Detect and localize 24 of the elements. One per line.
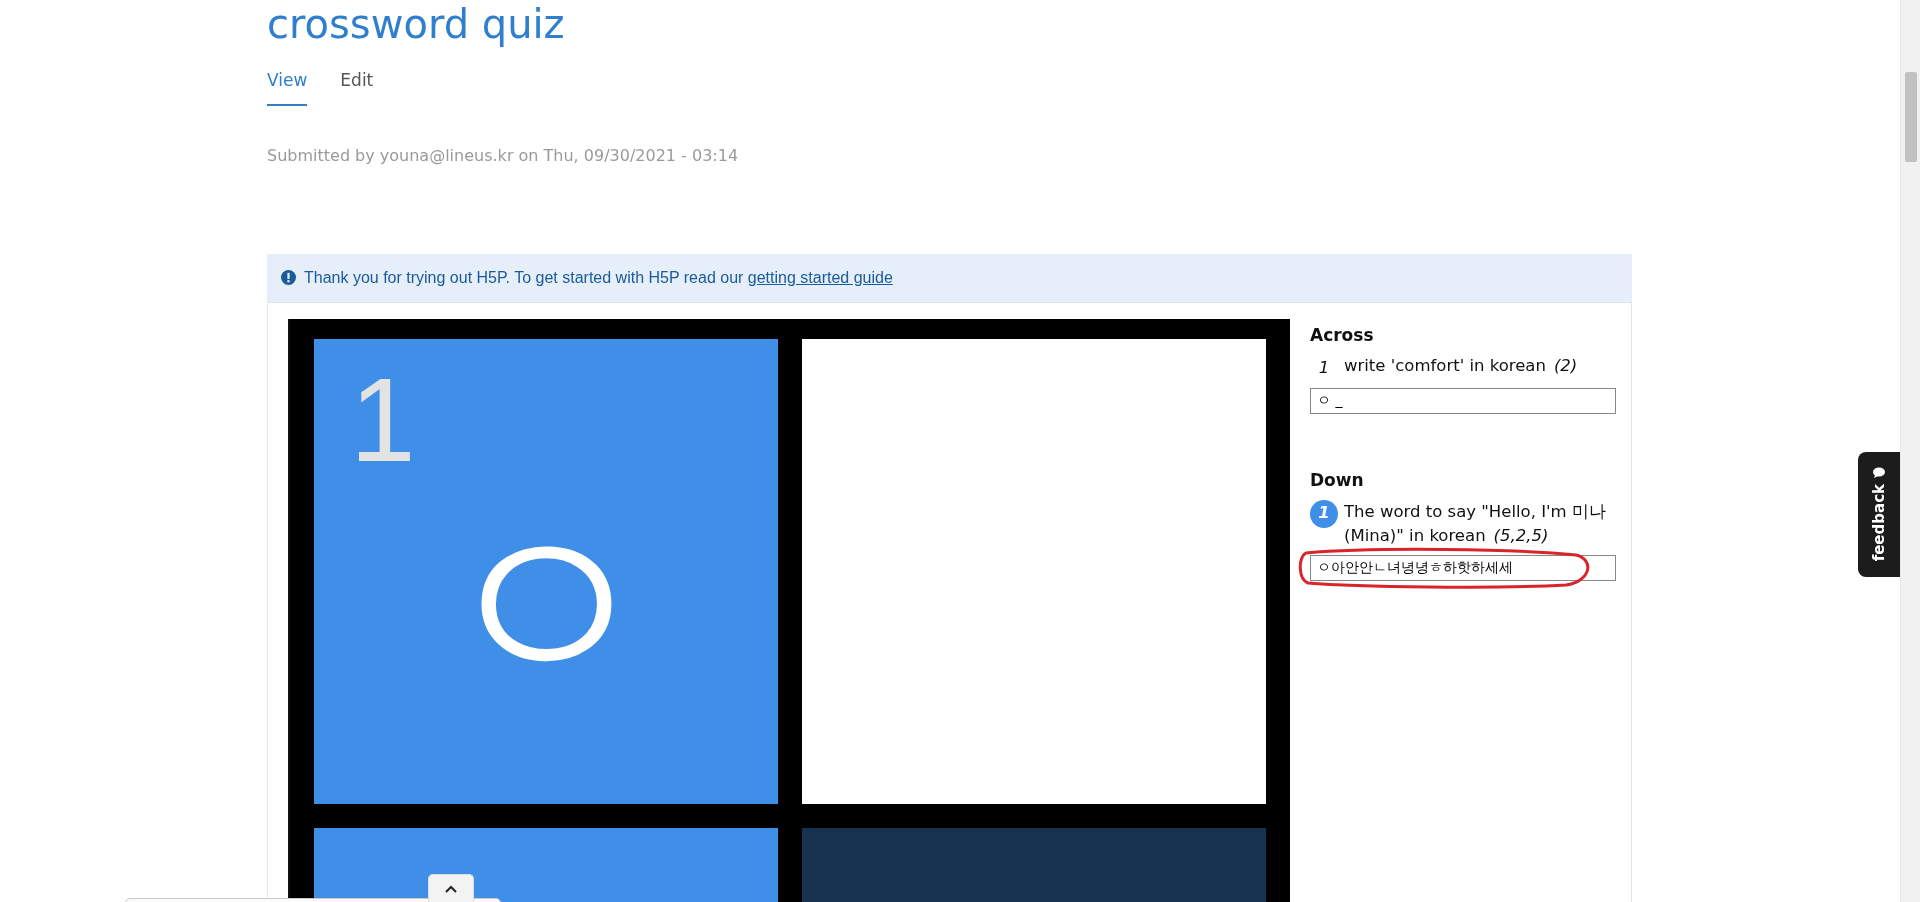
notice-text: Thank you for trying out H5P. To get started with H5P read our getting started guide bbox=[304, 267, 893, 288]
page-title: crossword quiz bbox=[267, 2, 566, 46]
cell-number: 1 bbox=[350, 360, 416, 479]
answer-field[interactable]: ㅇ아안안ㄴ녀녕녕ㅎ하핫하세세 bbox=[1310, 555, 1616, 581]
grid-cell[interactable] bbox=[802, 338, 1266, 804]
clue-heading: Across bbox=[1310, 323, 1375, 347]
speech-bubble-icon bbox=[1873, 467, 1885, 479]
clue-number: 1 bbox=[1317, 356, 1331, 379]
clue-text[interactable]: write 'comfort' in korean (2) bbox=[1344, 354, 1578, 379]
clue-number: 1 bbox=[1310, 499, 1338, 528]
cell-letter: ㅇ bbox=[431, 491, 661, 721]
clue-heading: Down bbox=[1310, 469, 1365, 492]
expand-button[interactable] bbox=[428, 874, 474, 902]
caret-icon bbox=[445, 884, 457, 893]
submitted-text: Submitted by youna@lineus.kr on Thu, 09/30/2021 - 03:14 bbox=[267, 144, 740, 167]
scrollbar[interactable] bbox=[1900, 0, 1920, 902]
feedback-tab[interactable]: feedback bbox=[1858, 452, 1900, 577]
scrollbar-thumb[interactable] bbox=[1905, 72, 1917, 162]
info-icon bbox=[281, 270, 296, 285]
clue-text[interactable]: The word to say "Hello, I'm 미나(Mina)" in korean (5,2,5) bbox=[1344, 499, 1616, 549]
answer-field[interactable]: ㅇ _ bbox=[1310, 388, 1616, 414]
getting-started-link[interactable]: getting started guide bbox=[747, 268, 893, 286]
nav-tab[interactable]: View bbox=[267, 68, 308, 106]
nav-tab[interactable]: Edit bbox=[340, 68, 374, 106]
